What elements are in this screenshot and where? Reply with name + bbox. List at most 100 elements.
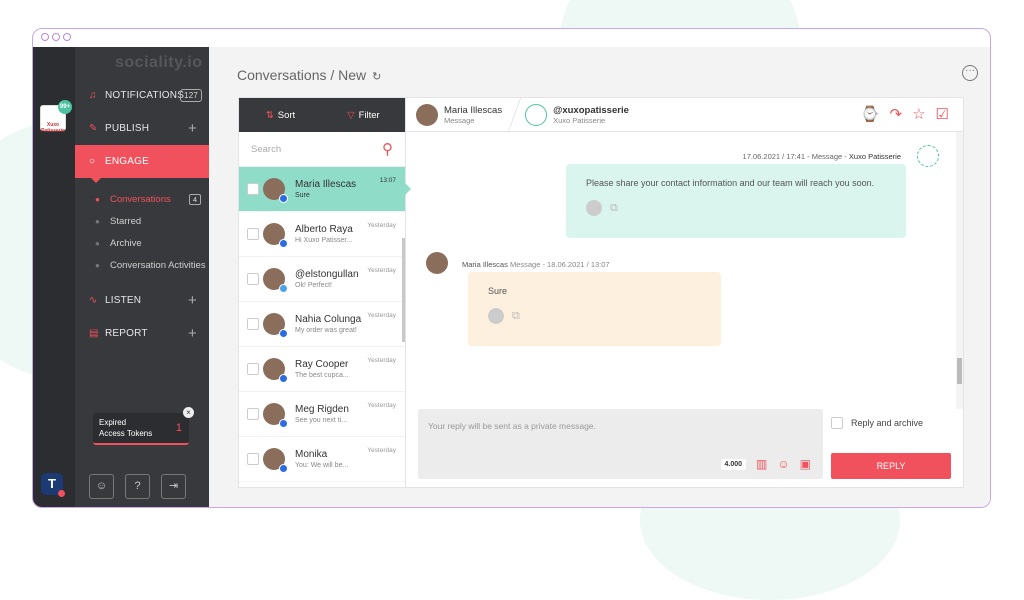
filter-button[interactable]: ▽ Filter (322, 110, 405, 121)
search-icon[interactable]: ⚲ (382, 140, 393, 158)
row-checkbox[interactable] (247, 183, 259, 195)
nav-publish-label: PUBLISH (105, 123, 150, 134)
facebook-icon (279, 329, 288, 338)
logout-icon[interactable]: ⇥ (161, 474, 186, 499)
contact-header[interactable]: Maria Illescas Message (406, 103, 502, 126)
bullet-icon: ● (95, 238, 100, 248)
chat-scroll-thumb[interactable] (957, 358, 962, 384)
row-checkbox[interactable] (247, 318, 259, 330)
external-link-icon[interactable]: ⧉ (610, 202, 618, 215)
star-icon[interactable]: ☆ (912, 105, 925, 123)
conversation-row[interactable]: Maria Illescas Sure 13:07 (239, 167, 411, 212)
subnav-starred-label: Starred (110, 215, 142, 227)
bell-icon: ♫ (89, 90, 97, 101)
nav-listen[interactable]: ∿ LISTEN + (75, 284, 209, 317)
char-count: 4.000 (720, 458, 747, 470)
emoji-icon[interactable]: ☺ (777, 457, 789, 471)
refresh-icon[interactable]: ↻ (372, 71, 381, 83)
conversations-count: 4 (188, 193, 201, 205)
help-icon[interactable]: ? (125, 474, 150, 499)
page-name: Xuxo Patisserie (553, 115, 606, 125)
nav-notifications[interactable]: ♫ NOTIFICATIONS 127 (75, 79, 209, 112)
filter-label: Filter (358, 109, 380, 121)
reply-and-archive-toggle[interactable]: Reply and archive (831, 417, 951, 429)
row-checkbox[interactable] (247, 408, 259, 420)
search-placeholder: Search (251, 143, 282, 155)
conversation-row[interactable]: Meg Rigden See you next ti... Yesterday (239, 392, 405, 437)
nav-report[interactable]: ▤ REPORT + (75, 317, 209, 350)
chat-pane: Maria Illescas Message @xuxopatisserie X… (406, 97, 963, 487)
bullet-icon: ● (95, 260, 100, 270)
window-minimize-dot[interactable] (52, 33, 60, 41)
sidebar-footer: ☺ ? ⇥ (89, 474, 186, 499)
expired-tokens-alert[interactable]: Expired Access Tokens 1 × (93, 407, 194, 445)
bullet-icon: ● (95, 194, 100, 204)
nav-publish[interactable]: ✎ PUBLISH + (75, 112, 209, 145)
conversation-row[interactable]: Nahia Colunga My order was great! Yesterda… (239, 302, 405, 347)
search-input[interactable]: Search ⚲ (239, 132, 405, 167)
pulse-icon: ∿ (89, 295, 98, 306)
subnav-archive[interactable]: ● Archive (75, 232, 209, 254)
account-avatar[interactable]: 99+ Xuxo Patisserie (40, 100, 72, 134)
conversation-row[interactable]: Alberto Raya Hi Xuxo Patisser... Yesterday (239, 212, 405, 257)
user-icon[interactable]: ☺ (89, 474, 114, 499)
image-icon[interactable]: ▣ (800, 457, 811, 471)
report-plus-icon[interactable]: + (188, 325, 197, 342)
row-checkbox[interactable] (247, 453, 259, 465)
conversation-time: 13:07 (379, 177, 396, 184)
message-actions: ⧉ (488, 308, 701, 324)
chat-bubble-icon: ○ (89, 156, 96, 167)
message-actions: ⧉ (586, 200, 886, 216)
contact-avatar (263, 358, 288, 383)
conversation-time: Yesterday (367, 402, 396, 409)
subnav-starred[interactable]: ● Starred (75, 210, 209, 232)
chip-icon[interactable] (586, 200, 602, 216)
list-scrollbar[interactable] (402, 238, 405, 342)
chat-scrollbar[interactable] (956, 132, 963, 409)
outgoing-author: Xuxo Patisserie (848, 152, 901, 161)
reply-button[interactable]: REPLY (831, 453, 951, 479)
contact-avatar (263, 448, 288, 473)
main-area: Conversations / New ↻ ··· ⇅ Sort ▽ Filter … (209, 47, 990, 507)
expired-line1: Expired (99, 418, 127, 427)
conversation-row[interactable]: Monika You: We will be... Yesterday (239, 437, 405, 482)
more-options-icon[interactable]: ··· (962, 65, 978, 81)
outgoing-meta-text: 17.06.2021 / 17:41 - Message - (742, 152, 847, 161)
conversation-preview: Hi Xuxo Patisser... (295, 237, 353, 244)
window-close-dot[interactable] (41, 33, 49, 41)
nav-engage[interactable]: ○ ENGAGE (75, 145, 209, 183)
schedule-icon[interactable]: ⌚ (861, 105, 880, 123)
conversation-row[interactable]: @elstongullan Ok! Perfect! Yesterday (239, 257, 405, 302)
notifications-count: 127 (180, 89, 202, 102)
conversation-row[interactable]: Ray Cooper The best cupca... Yesterday (239, 347, 405, 392)
row-checkbox[interactable] (247, 228, 259, 240)
external-link-icon[interactable]: ⧉ (512, 310, 520, 323)
sort-icon: ⇅ (265, 109, 274, 121)
reply-actions: Reply and archive REPLY (831, 409, 951, 479)
subnav-activities[interactable]: ● Conversation Activities (75, 254, 209, 276)
conversation-list: ⇅ Sort ▽ Filter Search ⚲ Maria Illescas Sur… (239, 98, 411, 487)
chat-header: Maria Illescas Message @xuxopatisserie X… (406, 97, 963, 132)
subnav-archive-label: Archive (110, 237, 142, 249)
listen-plus-icon[interactable]: + (188, 292, 197, 309)
close-icon[interactable]: × (183, 407, 194, 418)
window-maximize-dot[interactable] (63, 33, 71, 41)
chip-icon[interactable] (488, 308, 504, 324)
app-logo-icon[interactable]: T (41, 473, 65, 497)
row-checkbox[interactable] (247, 273, 259, 285)
reply-and-archive-checkbox[interactable] (831, 417, 843, 429)
contact-sub: Message (444, 115, 475, 125)
composer-tools: 4.000 ▥ ☺ ▣ (720, 457, 811, 471)
reply-composer[interactable]: Your reply will be sent as a private mes… (418, 409, 823, 479)
template-icon[interactable]: ▥ (756, 457, 767, 471)
share-icon[interactable]: ↷ (890, 105, 903, 123)
browser-titlebar (33, 29, 990, 47)
subnav-conversations[interactable]: ● Conversations 4 (75, 188, 209, 210)
row-checkbox[interactable] (247, 363, 259, 375)
publish-plus-icon[interactable]: + (188, 120, 197, 137)
sort-button[interactable]: ⇅ Sort (239, 110, 322, 121)
page-header[interactable]: @xuxopatisserie Xuxo Patisserie (525, 103, 629, 126)
sidebar: sociality.io ♫ NOTIFICATIONS 127 ✎ PUBLI… (75, 47, 209, 507)
conversation-preview: My order was great! (295, 327, 357, 334)
archive-icon[interactable]: ☑ (936, 105, 949, 123)
